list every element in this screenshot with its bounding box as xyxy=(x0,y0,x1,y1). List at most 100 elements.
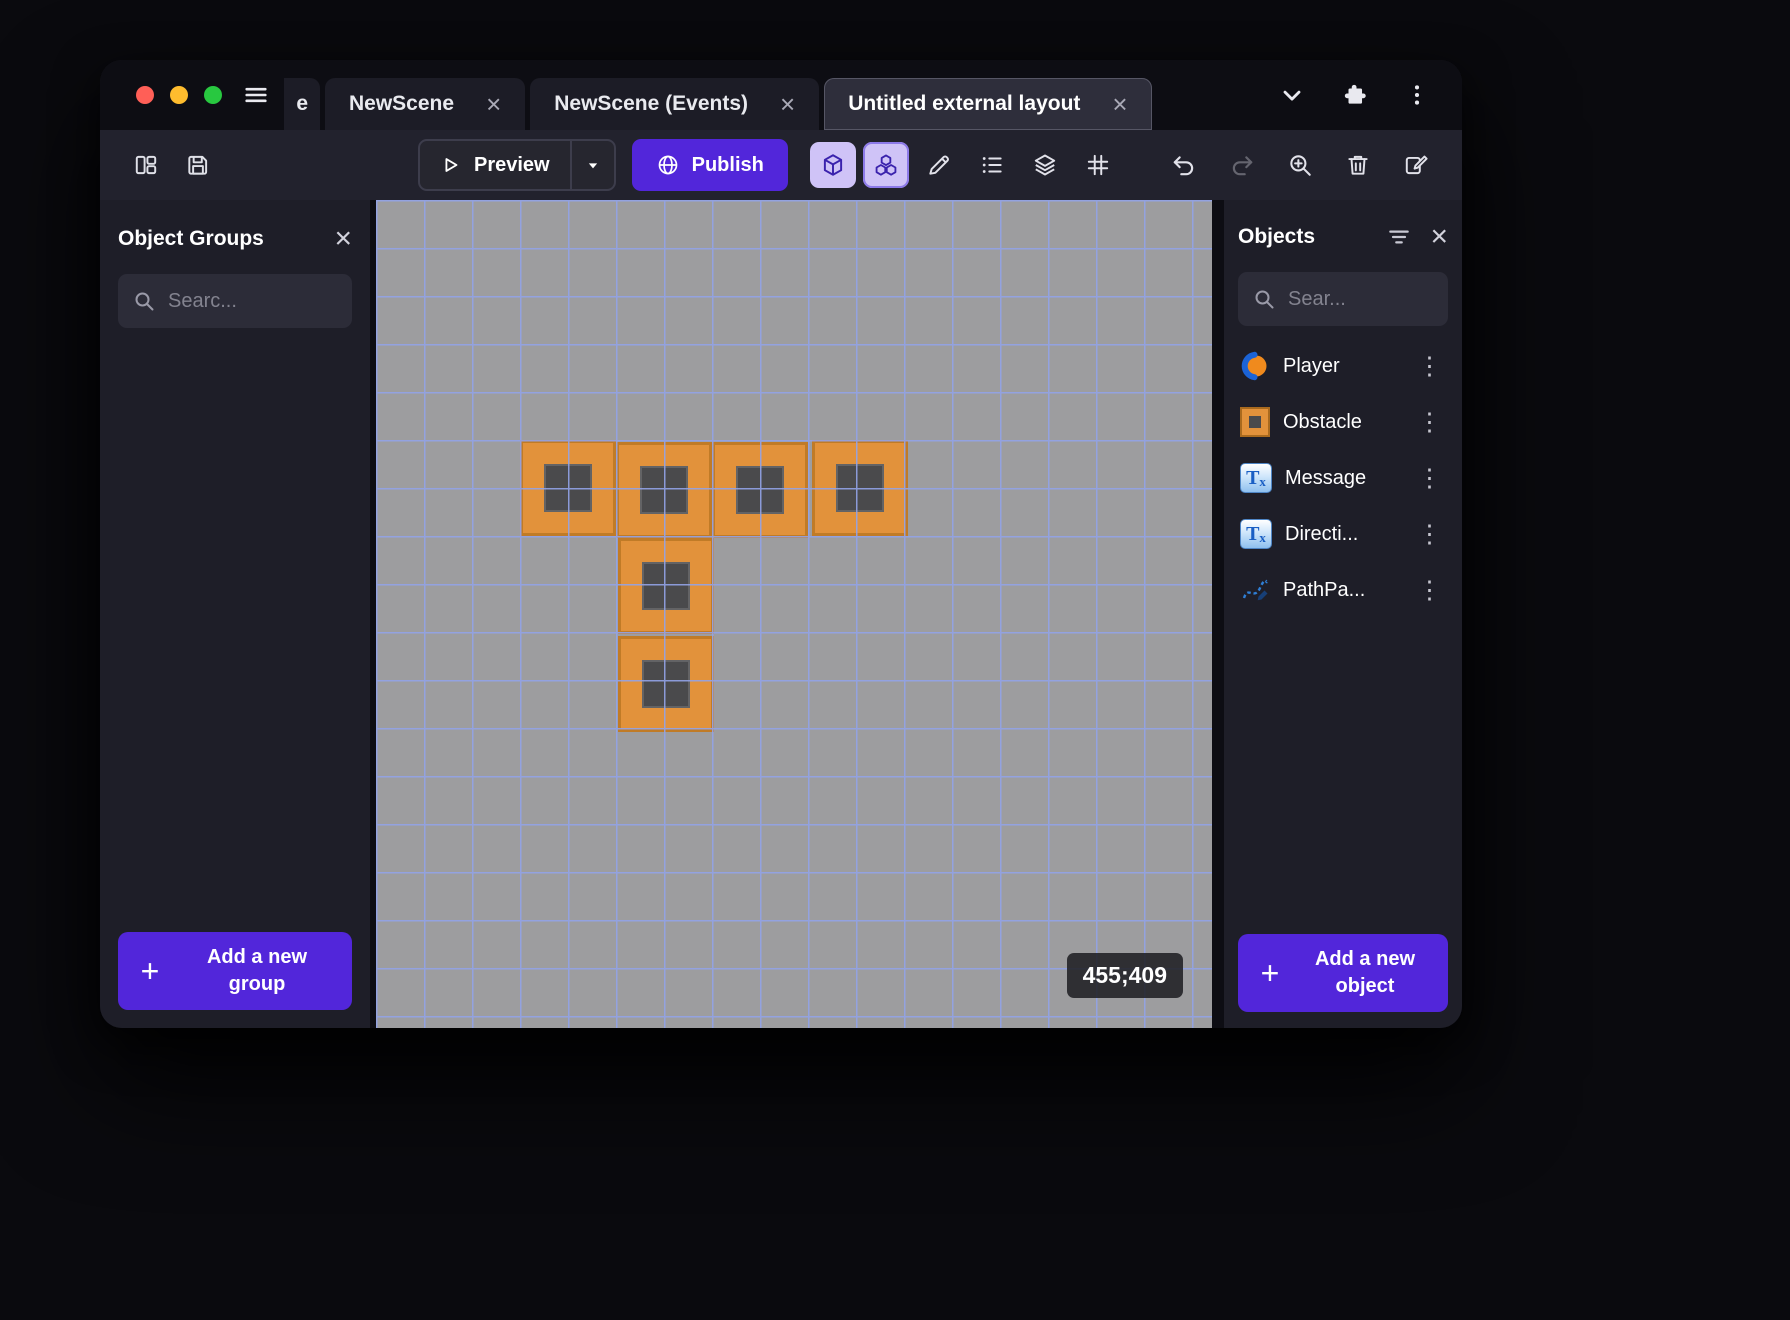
content-area: Object Groups × + Add a new group 455;40… xyxy=(100,200,1462,1028)
object-groups-search xyxy=(118,274,352,328)
kebab-menu-icon xyxy=(1414,85,1420,105)
cubes-stack-icon xyxy=(875,154,897,176)
object-label: PathPa... xyxy=(1283,578,1366,601)
instances-list-button[interactable] xyxy=(969,142,1015,188)
object-label: Directi... xyxy=(1285,522,1359,545)
object-menu-icon[interactable]: ⋮ xyxy=(1413,521,1446,547)
object-item-message[interactable]: Tx Message ⋮ xyxy=(1238,450,1448,506)
tab-partial[interactable]: e xyxy=(284,78,320,130)
main-menu-button[interactable] xyxy=(242,81,270,109)
layers-button[interactable] xyxy=(1022,142,1068,188)
toggle-panels-button[interactable] xyxy=(126,145,166,185)
caret-down-icon xyxy=(588,163,597,169)
grid-settings-button[interactable] xyxy=(1075,142,1121,188)
plus-icon: + xyxy=(1260,954,1280,991)
grid-icon xyxy=(1087,154,1109,176)
redo-icon xyxy=(1232,156,1253,176)
editor-tools xyxy=(809,142,1121,188)
save-button[interactable] xyxy=(178,145,218,185)
tab-partial-label: e xyxy=(296,92,308,115)
object-label: Obstacle xyxy=(1283,410,1362,433)
zoom-traffic-light[interactable] xyxy=(204,86,222,104)
preview-button[interactable]: Preview xyxy=(420,141,570,189)
obstacle-instance-center xyxy=(640,466,688,514)
undo-button[interactable] xyxy=(1164,142,1204,188)
zoom-button[interactable] xyxy=(1280,142,1320,188)
close-icon[interactable]: × xyxy=(486,91,501,117)
search-input[interactable] xyxy=(1288,287,1434,311)
object-label: Message xyxy=(1285,466,1367,489)
search-input[interactable] xyxy=(168,289,338,313)
obstacle-instance[interactable] xyxy=(618,636,714,732)
object-item-obstacle[interactable]: Obstacle ⋮ xyxy=(1238,394,1448,450)
tab-label: Untitled external layout xyxy=(848,92,1081,115)
3d-view-button[interactable] xyxy=(809,142,856,188)
obstacle-instance-center xyxy=(642,660,690,708)
objects-instances-button[interactable] xyxy=(862,142,909,188)
close-icon[interactable]: × xyxy=(1430,222,1448,252)
close-icon[interactable]: × xyxy=(334,224,352,254)
player-object-icon xyxy=(1241,351,1267,381)
panel-title: Object Groups xyxy=(118,227,264,250)
delete-button[interactable] xyxy=(1338,142,1378,188)
add-group-button[interactable]: + Add a new group xyxy=(118,932,352,1010)
add-object-button[interactable]: + Add a new object xyxy=(1238,934,1448,1012)
filter-objects-button[interactable] xyxy=(1386,224,1412,250)
obstacle-instance[interactable] xyxy=(812,440,908,536)
tab-newscene[interactable]: NewScene × xyxy=(325,78,526,130)
tab-label: NewScene xyxy=(349,92,455,115)
redo-button[interactable] xyxy=(1222,142,1262,188)
obstacle-instance[interactable] xyxy=(712,442,808,538)
publish-label: Publish xyxy=(691,153,764,176)
hamburger-icon xyxy=(245,87,267,103)
obstacle-instance[interactable] xyxy=(520,440,616,536)
object-item-player[interactable]: Player ⋮ xyxy=(1238,338,1448,394)
extensions-button[interactable] xyxy=(1342,82,1368,108)
cube-icon xyxy=(823,154,842,176)
close-icon[interactable]: × xyxy=(1112,91,1127,117)
object-menu-icon[interactable]: ⋮ xyxy=(1413,577,1446,603)
toolbar: Preview Publish xyxy=(100,130,1462,200)
object-item-pathpaint[interactable]: PathPa... ⋮ xyxy=(1238,562,1448,618)
object-menu-icon[interactable]: ⋮ xyxy=(1413,353,1446,379)
publish-button[interactable]: Publish xyxy=(631,139,788,191)
minimize-traffic-light[interactable] xyxy=(170,86,188,104)
panel-title: Objects xyxy=(1238,225,1316,248)
obstacle-instance-center xyxy=(736,466,784,514)
object-item-directions[interactable]: Tx Directi... ⋮ xyxy=(1238,506,1448,562)
obstacle-object-icon xyxy=(1240,407,1270,437)
text-object-icon: Tx xyxy=(1240,463,1272,493)
tab-untitled-external-layout[interactable]: Untitled external layout × xyxy=(824,78,1152,130)
chevron-down-icon xyxy=(1283,90,1301,101)
tab-newscene-events[interactable]: NewScene (Events) × xyxy=(530,78,820,130)
pencil-icon xyxy=(929,155,949,175)
path-object-icon xyxy=(1242,579,1269,601)
object-menu-icon[interactable]: ⋮ xyxy=(1413,465,1446,491)
zoom-in-icon xyxy=(1290,155,1311,176)
app-window: e NewScene × NewScene (Events) × Untitle… xyxy=(100,60,1462,1028)
close-icon[interactable]: × xyxy=(780,91,795,117)
obstacle-instance[interactable] xyxy=(616,442,712,538)
object-menu-icon[interactable]: ⋮ xyxy=(1413,409,1446,435)
tab-list-dropdown-button[interactable] xyxy=(1278,81,1306,109)
close-traffic-light[interactable] xyxy=(136,86,154,104)
obstacle-instance[interactable] xyxy=(618,538,714,634)
objects-search xyxy=(1238,272,1448,326)
edit-scene-properties-button[interactable] xyxy=(1396,142,1436,188)
objects-panel: Objects × Player ⋮ Obstacle xyxy=(1224,200,1462,1028)
plus-icon: + xyxy=(140,952,160,989)
obstacle-instance-center xyxy=(642,562,690,610)
layout-panels-icon xyxy=(135,155,157,175)
preview-options-button[interactable] xyxy=(572,141,614,189)
window-menu-button[interactable] xyxy=(1404,82,1430,108)
trash-icon xyxy=(1348,155,1368,175)
cursor-coordinates-badge: 455;409 xyxy=(1066,953,1183,998)
tab-strip: e NewScene × NewScene (Events) × Untitle… xyxy=(100,60,1462,130)
search-icon xyxy=(1255,290,1274,309)
undo-icon xyxy=(1173,156,1194,176)
object-label: Player xyxy=(1283,354,1340,377)
scene-canvas[interactable]: 455;409 xyxy=(376,200,1212,1028)
add-group-label: Add a new group xyxy=(206,946,307,995)
edit-mode-button[interactable] xyxy=(916,142,962,188)
preview-split-button: Preview xyxy=(418,139,616,191)
